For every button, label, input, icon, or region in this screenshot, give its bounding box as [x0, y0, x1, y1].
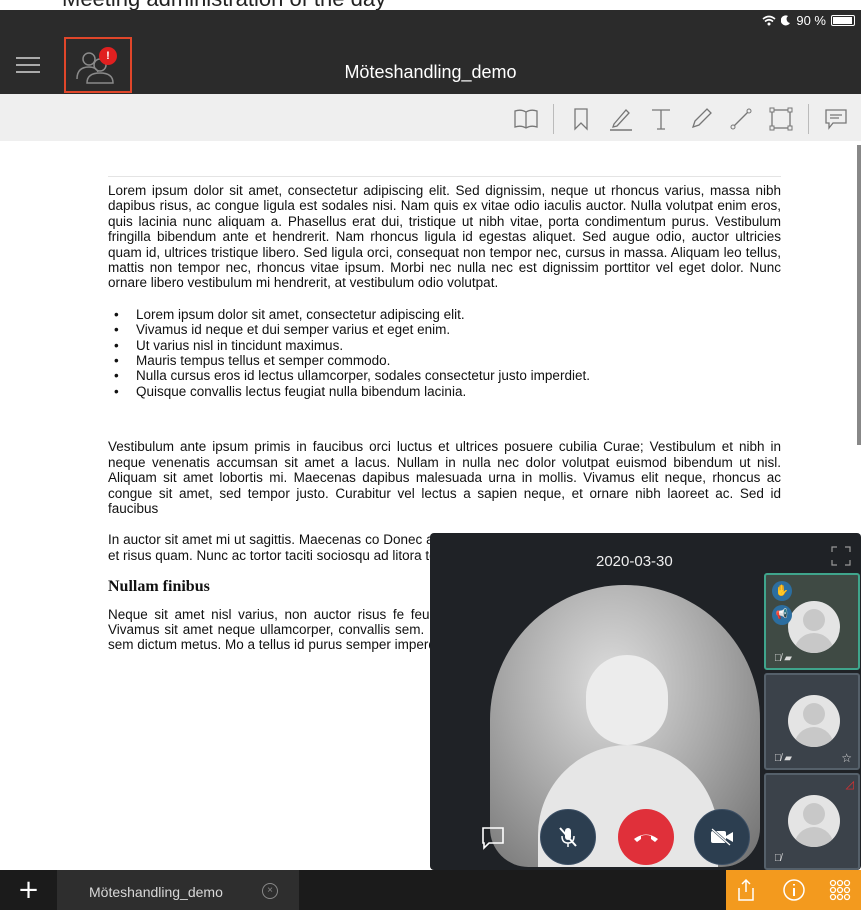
text-icon[interactable] — [648, 106, 674, 132]
app-root: Meeting administration of the day 90 % !… — [0, 0, 861, 910]
expand-icon[interactable] — [830, 545, 852, 567]
toolbar-divider — [553, 104, 554, 134]
mic-off-icon — [559, 827, 577, 847]
pencil-icon[interactable] — [688, 106, 714, 132]
annotation-toolbar — [0, 94, 861, 141]
call-date: 2020-03-30 — [596, 553, 673, 570]
list-item: Nulla cursus eros id lectus ullamcorper,… — [108, 368, 781, 384]
app-bar: 90 % ! Möteshandling_demo — [0, 10, 861, 94]
list-item: Lorem ipsum dolor sit amet, consectetur … — [108, 307, 781, 323]
document-paragraph: Lorem ipsum dolor sit amet, consectetur … — [108, 183, 781, 291]
comment-icon[interactable] — [823, 106, 849, 132]
actions-panel — [726, 870, 861, 910]
participant-thumbnail[interactable]: ✋ 📢 🎙̸ ▰ — [764, 573, 860, 670]
line-icon[interactable] — [728, 106, 754, 132]
document-paragraph: Vestibulum ante ipsum primis in faucibus… — [108, 439, 781, 516]
toolbar-divider — [808, 104, 809, 134]
book-icon[interactable] — [513, 106, 539, 132]
list-item: Mauris tempus tellus et semper commodo. — [108, 353, 781, 369]
tab-label: Möteshandling_demo — [89, 884, 223, 900]
battery-icon — [831, 15, 855, 26]
status-bar: 90 % — [762, 13, 855, 28]
warning-corner-icon: ◿ — [845, 779, 854, 791]
document-title: Möteshandling_demo — [344, 62, 517, 82]
list-item: Ut varius nisl in tincidunt maximus. — [108, 338, 781, 354]
document-scrollbar[interactable] — [857, 145, 861, 445]
document-bullet-list: Lorem ipsum dolor sit amet, consectetur … — [108, 307, 781, 400]
avatar — [788, 695, 840, 747]
avatar — [788, 601, 840, 653]
bookmark-icon[interactable] — [568, 106, 594, 132]
mic-off-icon: 🎙̸ — [774, 853, 782, 864]
list-item: Quisque convallis lectus feugiat nulla b… — [108, 384, 781, 400]
camera-off-icon — [711, 828, 733, 846]
page-rule — [108, 176, 781, 177]
bottom-bar: + Möteshandling_demo × — [0, 870, 861, 910]
megaphone-icon: 📢 — [772, 605, 792, 625]
avatar — [788, 795, 840, 847]
mic-camera-off-icon: 🎙̸ ▰ — [774, 753, 792, 764]
apps-grid-icon[interactable] — [826, 876, 854, 904]
info-icon[interactable] — [780, 876, 808, 904]
caption-text: Meeting administration of the day — [62, 0, 386, 10]
mute-microphone-button[interactable] — [540, 809, 596, 865]
toggle-camera-button[interactable] — [694, 809, 750, 865]
list-item: Vivamus id neque et dui semper varius et… — [108, 322, 781, 338]
mic-camera-off-icon: 🎙̸ ▰ — [774, 653, 792, 664]
participant-thumbnail[interactable]: ◿ 🎙̸ — [764, 773, 860, 870]
document-tab[interactable]: Möteshandling_demo × — [57, 870, 299, 910]
raised-hand-icon: ✋ — [772, 581, 792, 601]
wifi-icon — [762, 15, 776, 26]
share-icon[interactable] — [732, 876, 760, 904]
rectangle-icon[interactable] — [768, 106, 794, 132]
avatar-head — [586, 655, 668, 745]
menu-line — [16, 57, 40, 59]
chat-icon[interactable] — [480, 825, 506, 851]
video-call-panel[interactable]: 2020-03-30 ✋ 📢 🎙̸ ▰ 🎙̸ ▰ ☆ ◿ 🎙̸ — [430, 533, 861, 870]
battery-level: 90 % — [796, 13, 826, 28]
moon-icon — [781, 15, 791, 26]
hang-up-button[interactable] — [618, 809, 674, 865]
phone-hangup-icon — [634, 834, 658, 842]
star-icon[interactable]: ☆ — [841, 751, 852, 765]
close-tab-icon[interactable]: × — [262, 883, 278, 899]
underline-icon[interactable] — [608, 106, 634, 132]
top-caption: Meeting administration of the day — [0, 0, 861, 10]
add-document-button[interactable]: + — [0, 870, 57, 910]
participant-thumbnail[interactable]: 🎙̸ ▰ ☆ — [764, 673, 860, 770]
